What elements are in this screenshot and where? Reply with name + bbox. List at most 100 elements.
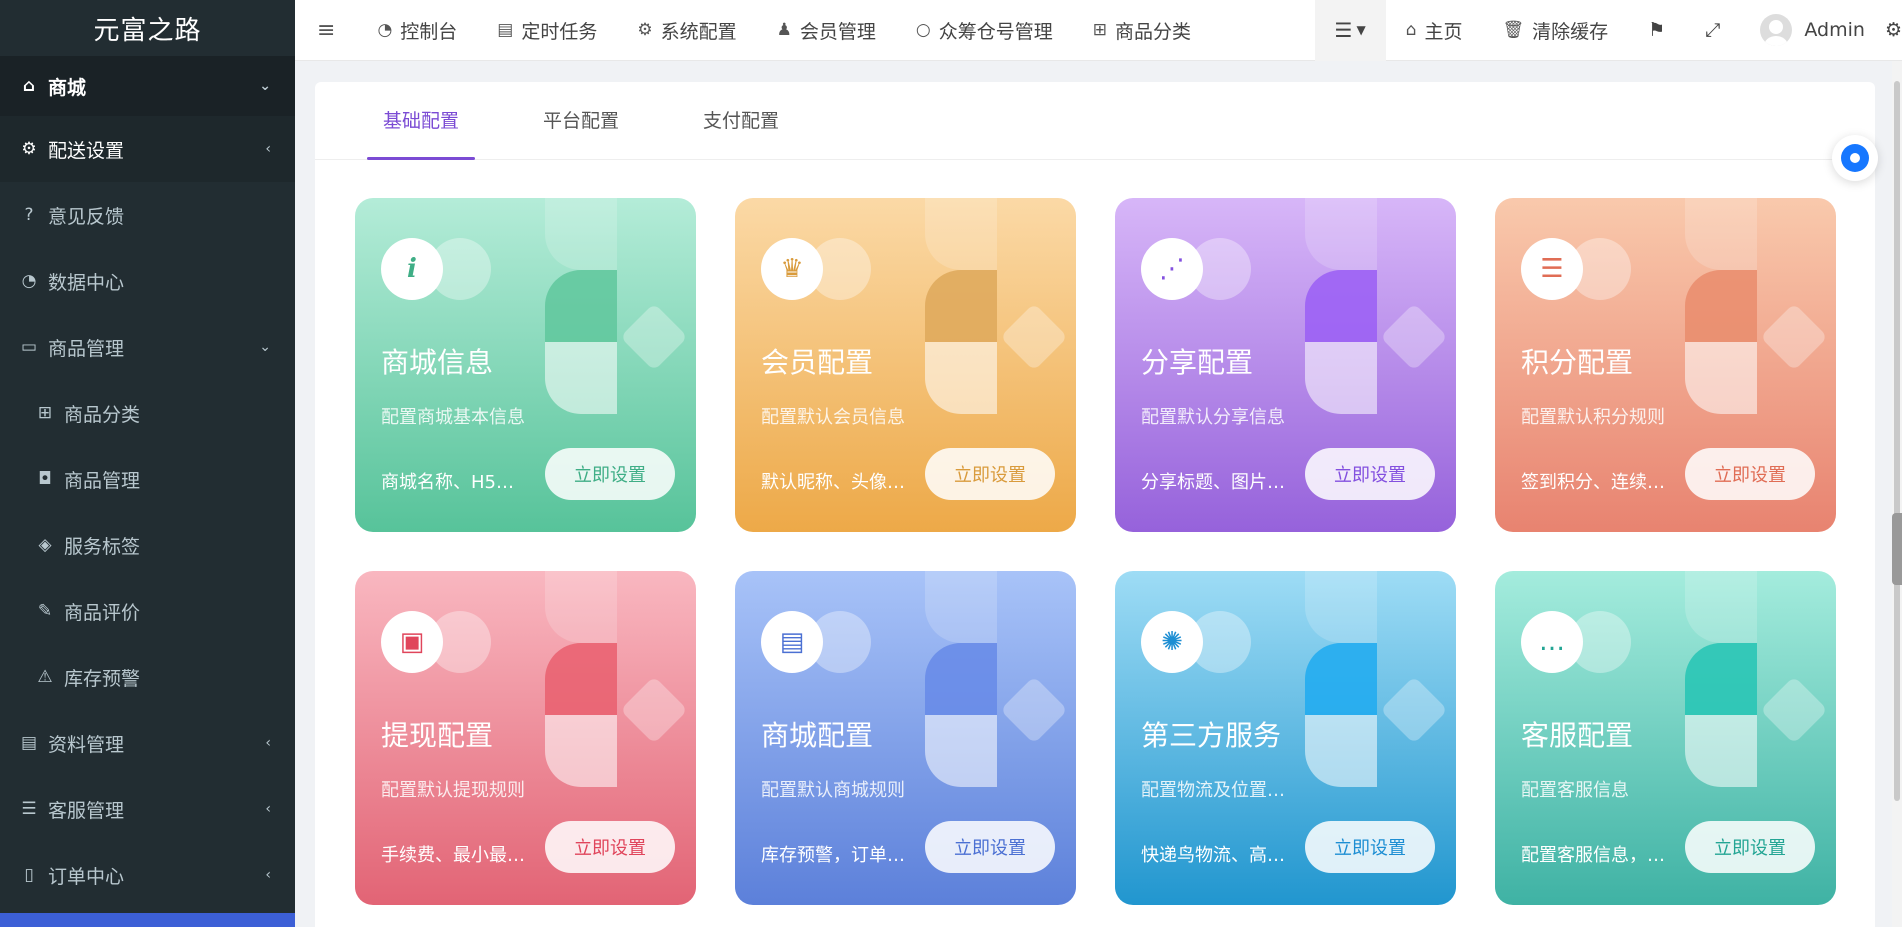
card-decoration — [925, 643, 997, 715]
card-member-config[interactable]: ♛ 会员配置 配置默认会员信息 默认昵称、头像… 立即设置 — [735, 198, 1076, 532]
card-desc: 配置物流及位置… — [1141, 780, 1285, 801]
card-title: 分享配置 — [1141, 346, 1254, 379]
card-decoration — [1000, 676, 1068, 744]
sidebar-item-stock-alert[interactable]: ⚠ 库存预警 — [0, 644, 295, 710]
tasks-icon: ▤ — [497, 20, 514, 40]
sitemap-icon: ⊞ — [37, 403, 53, 423]
home-link[interactable]: ⌂ 主页 — [1386, 0, 1483, 61]
sidebar-item-delivery-settings[interactable]: ⚙ 配送设置 ‹ — [0, 116, 295, 182]
app-logo[interactable]: 元富之路 — [0, 0, 295, 56]
card-decoration — [925, 342, 997, 414]
page-scrollbar[interactable] — [1892, 61, 1902, 927]
setup-now-button[interactable]: 立即设置 — [545, 448, 675, 500]
card-title: 商城配置 — [761, 719, 874, 752]
card-decoration — [1685, 198, 1757, 270]
sidebar-item-service-tags[interactable]: ◈ 服务标签 — [0, 512, 295, 578]
card-detail: 签到积分、连续… — [1521, 472, 1665, 493]
card-withdraw-config[interactable]: ▣ 提现配置 配置默认提现规则 手续费、最小最… 立即设置 — [355, 571, 696, 905]
home-icon: ⌂ — [1405, 20, 1417, 40]
nav-link-dashboard[interactable]: ◔ 控制台 — [357, 0, 477, 61]
home-link-label: 主页 — [1424, 20, 1463, 43]
sidebar-item-product-category[interactable]: ⊞ 商品分类 — [0, 380, 295, 446]
atom-icon: ✺ — [1141, 611, 1203, 673]
sidebar-item-data-center[interactable]: ◔ 数据中心 — [0, 248, 295, 314]
chevron-left-icon: ‹ — [265, 141, 271, 157]
card-detail: 默认昵称、头像… — [761, 472, 905, 493]
sidebar-item-label: 商品管理 — [64, 469, 141, 492]
card-decoration — [545, 643, 617, 715]
sidebar-item-customer-service[interactable]: ☰ 客服管理 ‹ — [0, 776, 295, 842]
chevron-down-icon: ⌄ — [259, 339, 271, 355]
tags-icon: ◈ — [38, 535, 52, 555]
card-desc: 配置客服信息 — [1521, 780, 1629, 801]
card-points-config[interactable]: ☰ 积分配置 配置默认积分规则 签到积分、连续… 立即设置 — [1495, 198, 1836, 532]
nav-link-member-management[interactable]: ♟ 会员管理 — [757, 0, 896, 61]
sidebar-item-label: 商品管理 — [48, 337, 125, 360]
clear-cache-button[interactable]: 🗑 清除缓存 — [1483, 0, 1629, 61]
setup-now-button[interactable]: 立即设置 — [925, 821, 1055, 873]
card-decoration — [1685, 715, 1757, 787]
setup-now-button[interactable]: 立即设置 — [1305, 448, 1435, 500]
card-decoration — [1305, 715, 1377, 787]
sidebar-item-product-management[interactable]: ◘ 商品管理 — [0, 446, 295, 512]
sidebar-item-materials[interactable]: ▤ 资料管理 ‹ — [0, 710, 295, 776]
nav-link-scheduled-tasks[interactable]: ▤ 定时任务 — [477, 0, 617, 61]
card-desc: 配置商城基本信息 — [381, 407, 525, 428]
tab-basic-config[interactable]: 基础配置 — [367, 106, 476, 160]
sidebar-item-label: 商城 — [48, 76, 87, 99]
nav-link-system-config[interactable]: ⚙ 系统配置 — [617, 0, 756, 61]
sidebar-item-label: 资料管理 — [48, 733, 125, 756]
setup-now-button[interactable]: 立即设置 — [1305, 821, 1435, 873]
crown-icon: ♛ — [761, 238, 823, 300]
dashboard-icon: ◔ — [377, 20, 393, 40]
clear-cache-label: 清除缓存 — [1532, 20, 1609, 43]
side-drawer-handle[interactable] — [1892, 513, 1902, 585]
list-dropdown-button[interactable]: ☰ ▼ — [1314, 0, 1386, 61]
menu-toggle-icon[interactable]: ≡ — [295, 0, 357, 61]
gears-icon: ⚙ — [21, 139, 37, 159]
sidebar-item-product-management-group[interactable]: ▭ 商品管理 ⌄ — [0, 314, 295, 380]
card-shop-info[interactable]: i 商城信息 配置商城基本信息 商城名称、H5… 立即设置 — [355, 198, 696, 532]
card-detail: 商城名称、H5… — [381, 472, 514, 493]
sidebar-item-label: 商品评价 — [64, 601, 141, 624]
chevron-left-icon: ‹ — [265, 867, 271, 883]
card-third-party-service[interactable]: ✺ 第三方服务 配置物流及位置… 快递鸟物流、高… 立即设置 — [1115, 571, 1456, 905]
sidebar-item-label: 客服管理 — [48, 799, 125, 822]
tab-platform-config[interactable]: 平台配置 — [527, 106, 635, 159]
floating-assistant-button[interactable] — [1832, 135, 1878, 181]
user-menu[interactable]: Admin — [1740, 0, 1885, 61]
card-decoration — [1305, 270, 1377, 342]
nav-link-crowdfunding-warehouse[interactable]: ○ 众筹仓号管理 — [896, 0, 1073, 61]
sidebar-item-label: 商品分类 — [64, 403, 141, 426]
settings-gear-icon[interactable]: ⚙ — [1885, 0, 1902, 61]
card-share-config[interactable]: ⋰ 分享配置 配置默认分享信息 分享标题、图片… 立即设置 — [1115, 198, 1456, 532]
nav-link-product-category[interactable]: ⊞ 商品分类 — [1073, 0, 1211, 61]
fullscreen-icon[interactable]: ⤢ — [1685, 0, 1740, 61]
card-decoration — [620, 676, 688, 744]
nav-link-label: 定时任务 — [521, 20, 598, 43]
sidebar-item-shop[interactable]: ⌂ 商城 ⌄ — [0, 56, 295, 116]
card-title: 商城信息 — [381, 346, 494, 379]
sidebar-item-order-center[interactable]: ▯ 订单中心 ‹ — [0, 842, 295, 908]
user-name: Admin — [1804, 19, 1865, 41]
card-shop-config[interactable]: ▤ 商城配置 配置默认商城规则 库存预警，订单… 立即设置 — [735, 571, 1076, 905]
tab-payment-config[interactable]: 支付配置 — [687, 106, 795, 159]
card-decoration — [545, 270, 617, 342]
setup-now-button[interactable]: 立即设置 — [545, 821, 675, 873]
card-decoration — [925, 715, 997, 787]
language-icon[interactable]: ⚑ — [1628, 0, 1685, 61]
setup-now-button[interactable]: 立即设置 — [1685, 821, 1815, 873]
sidebar-item-product-reviews[interactable]: ✎ 商品评价 — [0, 578, 295, 644]
archive-icon: ▭ — [20, 337, 38, 357]
nav-link-label: 系统配置 — [660, 20, 737, 43]
card-decoration — [1760, 676, 1828, 744]
scrollbar-thumb[interactable] — [1894, 81, 1900, 801]
sidebar-active-bar[interactable] — [0, 913, 295, 927]
card-desc: 配置默认商城规则 — [761, 780, 905, 801]
edit-square-icon: ✎ — [37, 601, 53, 621]
setup-now-button[interactable]: 立即设置 — [925, 448, 1055, 500]
sidebar-item-feedback[interactable]: ? 意见反馈 — [0, 182, 295, 248]
top-navbar: ≡ ◔ 控制台 ▤ 定时任务 ⚙ 系统配置 ♟ 会员管理 ○ 众筹仓号管理 ⊞ … — [295, 0, 1902, 61]
setup-now-button[interactable]: 立即设置 — [1685, 448, 1815, 500]
card-customer-service-config[interactable]: … 客服配置 配置客服信息 配置客服信息，… 立即设置 — [1495, 571, 1836, 905]
